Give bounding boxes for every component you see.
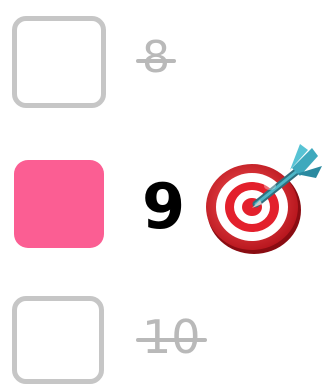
checkbox-8[interactable] <box>12 16 106 108</box>
number-label-8: 8 <box>136 36 176 80</box>
list-item-8: 8 <box>0 0 331 120</box>
checkbox-10[interactable] <box>12 296 104 384</box>
checkbox-9[interactable] <box>14 160 104 248</box>
strikethrough-line-10 <box>136 337 207 342</box>
number-label-10: 10 <box>136 314 207 360</box>
strikethrough-line-8 <box>136 58 176 63</box>
number-text-8: 8 <box>142 32 170 83</box>
direct-hit-dart-icon <box>200 138 328 256</box>
number-text-9: 9 <box>142 170 186 243</box>
list-item-10: 10 <box>0 270 331 384</box>
number-label-9: 9 <box>142 176 185 238</box>
